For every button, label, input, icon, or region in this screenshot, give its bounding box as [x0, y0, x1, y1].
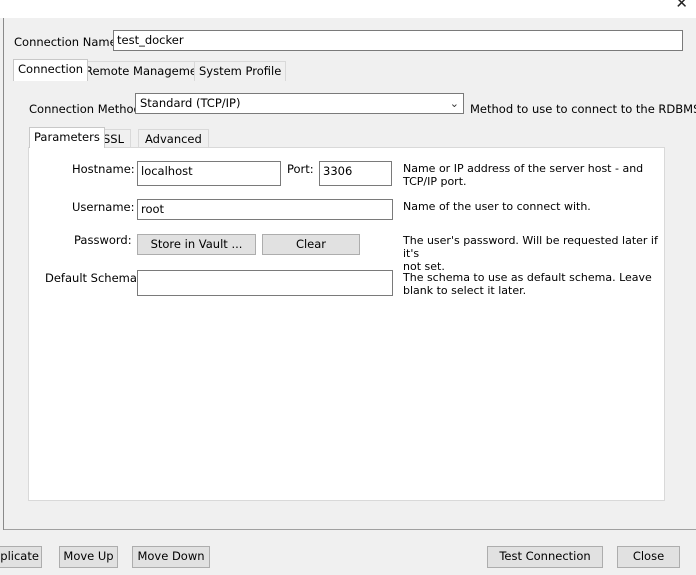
close-button[interactable]: Close	[617, 546, 680, 568]
default-schema-help-line-1: The schema to use as default schema. Lea…	[403, 271, 652, 284]
tab-advanced[interactable]: Advanced	[138, 129, 209, 148]
connection-name-input[interactable]: test_docker	[113, 30, 683, 51]
port-label: Port:	[287, 162, 314, 176]
password-label: Password:	[74, 233, 132, 247]
default-schema-help: The schema to use as default schema. Lea…	[403, 271, 653, 297]
host-help-line-2: TCP/IP port.	[403, 175, 467, 188]
default-schema-help-line-2: blank to select it later.	[403, 284, 527, 297]
default-schema-input[interactable]	[137, 270, 393, 296]
port-input[interactable]: 3306	[319, 161, 392, 186]
store-in-vault-button[interactable]: Store in Vault ...	[137, 234, 256, 255]
test-connection-button[interactable]: Test Connection	[487, 546, 603, 568]
username-label: Username:	[72, 200, 135, 214]
hostname-input[interactable]: localhost	[137, 161, 281, 186]
tab-parameters[interactable]: Parameters	[29, 127, 105, 148]
move-up-button[interactable]: Move Up	[59, 546, 118, 568]
duplicate-button[interactable]: uplicate	[0, 546, 42, 568]
chevron-down-icon: ⌄	[449, 97, 459, 110]
password-help-line-1: The user's password. Will be requested l…	[403, 234, 658, 260]
title-bar	[0, 0, 696, 18]
connection-method-help: Method to use to connect to the RDBMS	[470, 102, 696, 116]
password-help: The user's password. Will be requested l…	[403, 234, 663, 273]
username-input[interactable]: root	[137, 199, 393, 220]
connection-method-label: Connection Method:	[29, 102, 145, 116]
connection-method-value: Standard (TCP/IP)	[140, 96, 241, 110]
tab-connection[interactable]: Connection	[13, 59, 89, 81]
clear-password-button[interactable]: Clear	[262, 234, 360, 255]
connection-method-select[interactable]: Standard (TCP/IP) ⌄	[135, 93, 464, 114]
host-help-line-1: Name or IP address of the server host - …	[403, 162, 644, 175]
move-down-button[interactable]: Move Down	[132, 546, 210, 568]
username-help: Name of the user to connect with.	[403, 200, 591, 213]
host-help: Name or IP address of the server host - …	[403, 162, 653, 188]
default-schema-label: Default Schema:	[45, 271, 141, 285]
hostname-label: Hostname:	[72, 162, 135, 176]
close-icon[interactable]: ✕	[675, 0, 688, 11]
connection-name-label: Connection Name:	[14, 35, 121, 49]
tab-system-profile[interactable]: System Profile	[194, 61, 287, 81]
